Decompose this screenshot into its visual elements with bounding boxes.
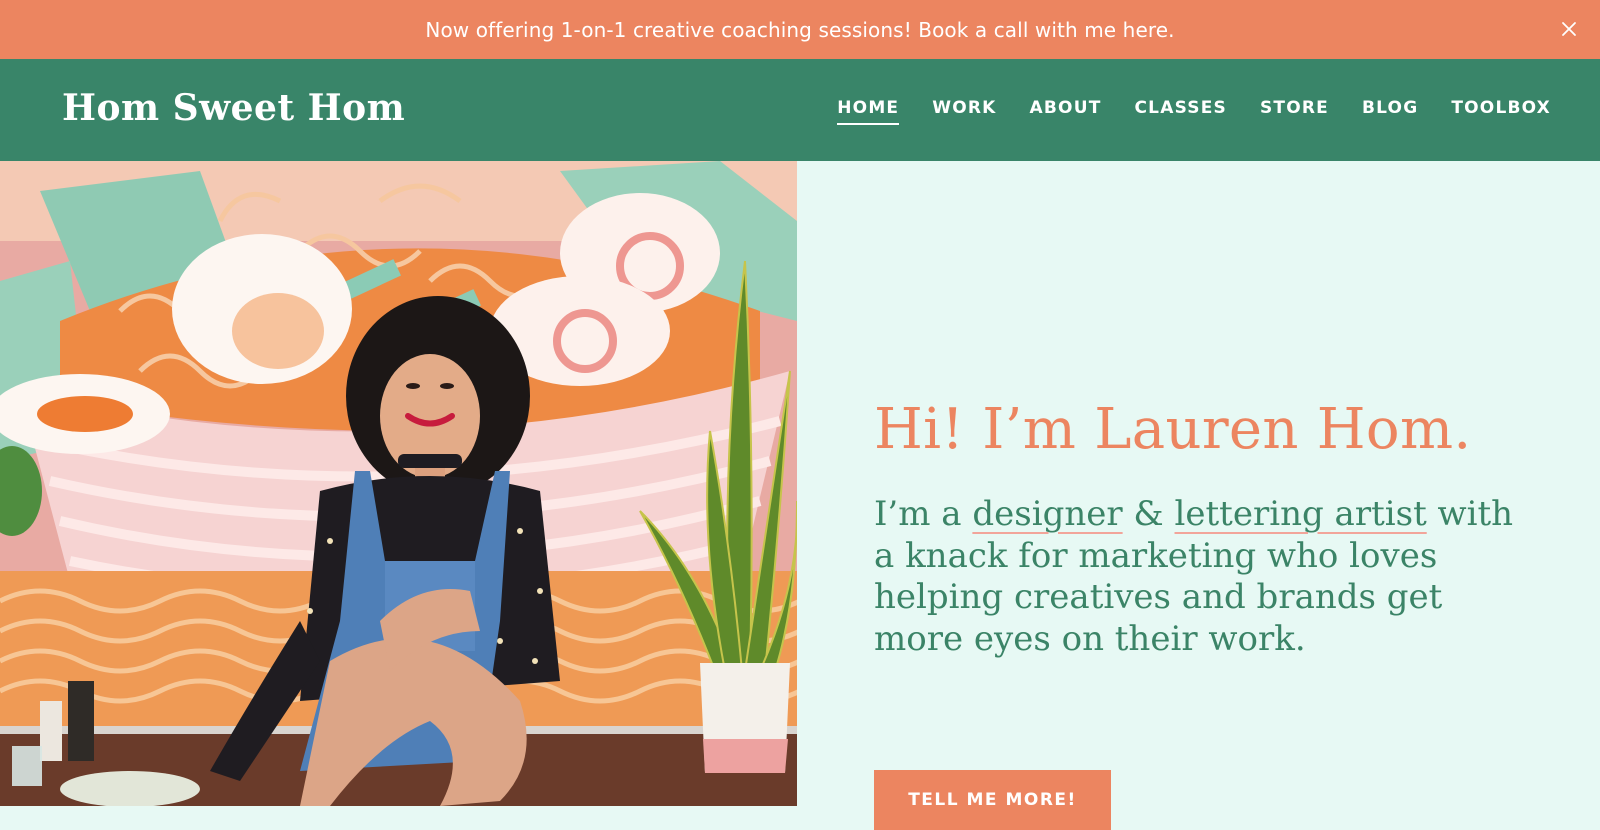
- site-logo[interactable]: Hom Sweet Hom: [62, 87, 405, 129]
- intro-section: Hi! I’m Lauren Hom. I’m a designer & let…: [797, 161, 1600, 830]
- bio-mid: &: [1122, 494, 1175, 534]
- announcement-text[interactable]: Now offering 1-on-1 creative coaching se…: [425, 18, 1174, 42]
- intro-headline: Hi! I’m Lauren Hom.: [874, 397, 1472, 462]
- nav-toolbox[interactable]: TOOLBOX: [1451, 99, 1551, 125]
- nav-blog[interactable]: BLOG: [1362, 99, 1418, 125]
- nav-classes[interactable]: CLASSES: [1135, 99, 1227, 125]
- tell-me-more-button[interactable]: TELL ME MORE!: [874, 770, 1111, 830]
- nav-home[interactable]: HOME: [837, 99, 900, 125]
- announcement-bar[interactable]: Now offering 1-on-1 creative coaching se…: [0, 0, 1600, 59]
- intro-bio: I’m a designer & lettering artist with a…: [874, 494, 1514, 660]
- main-nav: HOME WORK ABOUT CLASSES STORE BLOG TOOLB…: [837, 99, 1551, 125]
- bio-highlight-designer: designer: [972, 494, 1123, 534]
- bio-prefix: I’m a: [874, 494, 973, 534]
- nav-about[interactable]: ABOUT: [1030, 99, 1102, 125]
- hero-photo: [0, 161, 797, 806]
- bio-highlight-lettering: lettering artist: [1174, 494, 1427, 534]
- nav-store[interactable]: STORE: [1260, 99, 1329, 125]
- site-header: Hom Sweet Hom HOME WORK ABOUT CLASSES ST…: [0, 59, 1600, 161]
- nav-work[interactable]: WORK: [932, 99, 996, 125]
- close-icon[interactable]: [1554, 14, 1584, 44]
